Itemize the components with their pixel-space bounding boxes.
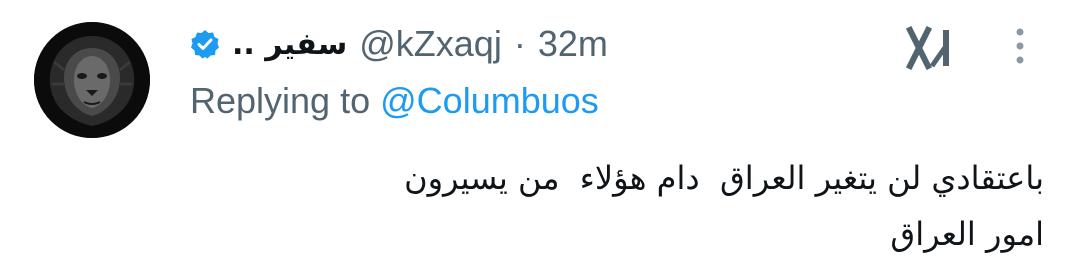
replying-to-line: Replying to @Columbuos bbox=[190, 80, 599, 122]
tweet-header: سفير .. @kZxaqj · 32m bbox=[190, 20, 608, 68]
tweet-body-text: باعتقادي لن يتغير العراق دام هؤلاء من يس… bbox=[404, 159, 1044, 253]
verified-badge-icon bbox=[190, 29, 220, 59]
timestamp[interactable]: 32m bbox=[538, 23, 608, 65]
reply-mention-link[interactable]: @Columbuos bbox=[380, 80, 599, 121]
author-display-name[interactable]: سفير .. bbox=[232, 27, 347, 62]
replying-to-label: Replying to bbox=[190, 80, 371, 121]
lion-avatar-icon bbox=[34, 22, 150, 138]
avatar[interactable] bbox=[34, 22, 150, 138]
tweet-card[interactable]: سفير .. @kZxaqj · 32m Replying to @Colum… bbox=[0, 0, 1080, 260]
author-handle[interactable]: @kZxaqj bbox=[359, 23, 502, 65]
separator-dot: · bbox=[513, 23, 526, 64]
grok-icon[interactable] bbox=[906, 26, 956, 70]
more-options-icon[interactable] bbox=[1008, 26, 1032, 66]
